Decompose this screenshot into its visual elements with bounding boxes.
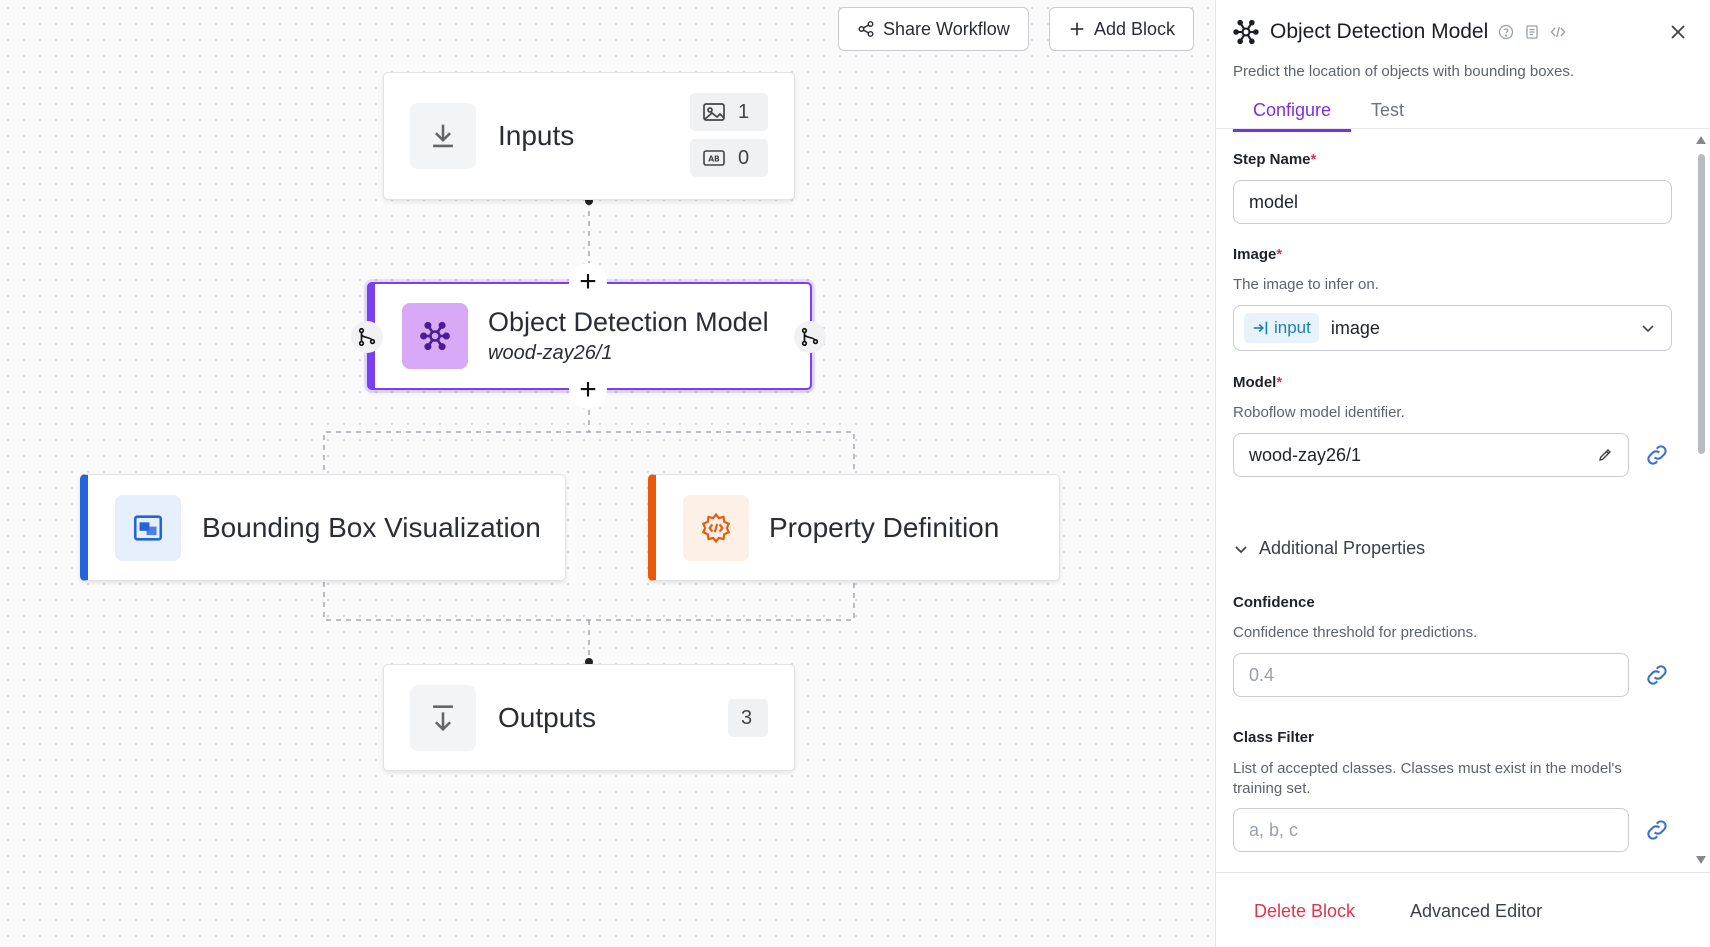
required-marker: *	[1276, 374, 1283, 391]
property-node-title: Property Definition	[769, 511, 1000, 543]
additional-properties-label: Additional Properties	[1259, 538, 1426, 558]
download-icon	[433, 124, 453, 148]
add-block-button[interactable]: Add Block	[1049, 7, 1195, 51]
outputs-node-title: Outputs	[498, 701, 597, 733]
class-filter-placeholder: a, b, c	[1249, 819, 1299, 840]
panel-tabs: Configure Test	[1233, 96, 1424, 132]
class-filter-label: Class Filter	[1233, 729, 1314, 746]
model-value: wood-zay26/1	[1249, 444, 1362, 465]
input-arrow-icon	[1253, 321, 1268, 335]
step-name-label-text: Step Name	[1233, 151, 1311, 168]
insert-below-button[interactable]: +	[569, 371, 607, 409]
panel-footer: Delete Block Advanced Editor	[1216, 872, 1710, 947]
outputs-node[interactable]: Outputs 3	[383, 664, 795, 771]
svg-text:AB: AB	[708, 155, 720, 164]
close-icon[interactable]	[1666, 20, 1690, 44]
visualization-icon-box	[115, 494, 181, 561]
parameter-count: 0	[738, 146, 750, 169]
link-icon[interactable]	[1643, 661, 1671, 689]
image-select[interactable]: input image	[1233, 305, 1672, 351]
image-input-count-badge: 1	[690, 93, 768, 131]
image-label-text: Image	[1233, 246, 1277, 263]
inputs-icon-box	[410, 103, 476, 169]
panel-title: Object Detection Model	[1270, 20, 1489, 43]
image-description: The image to infer on.	[1233, 276, 1379, 293]
insert-above-button[interactable]: +	[569, 263, 607, 301]
required-marker: *	[1276, 246, 1283, 263]
plus-icon	[1070, 22, 1084, 36]
additional-properties-toggle[interactable]: Additional Properties	[1233, 538, 1425, 559]
bounding-box-icon	[133, 514, 163, 541]
output-arrow-icon	[433, 704, 453, 731]
advanced-editor-button[interactable]: Advanced Editor	[1410, 901, 1542, 922]
panel-description: Predict the location of objects with bou…	[1233, 63, 1575, 80]
outputs-count-badge: 3	[728, 699, 768, 737]
block-config-panel: Object Detection Model Predict the locat…	[1215, 0, 1710, 947]
branch-left-button[interactable]	[351, 321, 383, 353]
bbox-node-title: Bounding Box Visualization	[202, 511, 541, 543]
confidence-description: Confidence threshold for predictions.	[1233, 624, 1478, 641]
workflow-canvas[interactable]: Share Workflow Add Block Inputs 1 AB 0 O…	[0, 0, 1215, 947]
git-branch-icon	[801, 327, 819, 347]
scroll-thumb[interactable]	[1698, 154, 1705, 454]
model-network-icon	[420, 321, 450, 351]
model-icon-box	[402, 303, 468, 369]
class-filter-description: List of accepted classes. Classes must e…	[1233, 760, 1622, 797]
step-name-value: model	[1249, 191, 1299, 212]
input-chip-label: input	[1274, 318, 1311, 337]
bounding-box-visualization-node[interactable]: Bounding Box Visualization	[80, 474, 566, 581]
step-name-input[interactable]: model	[1233, 180, 1672, 224]
image-select-value: image	[1330, 317, 1380, 338]
docs-icon[interactable]	[1524, 24, 1540, 40]
scroll-up-arrow[interactable]	[1696, 136, 1706, 144]
add-block-label: Add Block	[1094, 18, 1176, 39]
tab-divider	[1216, 128, 1710, 129]
tab-configure[interactable]: Configure	[1233, 96, 1352, 132]
outputs-icon-box	[410, 684, 476, 751]
share-icon	[858, 21, 874, 37]
link-icon[interactable]	[1643, 441, 1671, 469]
chevron-down-icon	[1642, 325, 1654, 333]
model-description: Roboflow model identifier.	[1233, 404, 1405, 421]
confidence-input[interactable]: 0.4	[1233, 653, 1629, 697]
model-node-title: Object Detection Model	[488, 307, 769, 337]
scroll-down-arrow[interactable]	[1696, 856, 1706, 864]
panel-header: Object Detection Model	[1232, 18, 1566, 46]
inputs-node[interactable]: Inputs 1 AB 0	[383, 72, 795, 200]
git-branch-icon	[358, 327, 376, 347]
image-icon	[703, 103, 725, 121]
input-chip: input	[1244, 313, 1319, 343]
share-workflow-button[interactable]: Share Workflow	[838, 7, 1029, 51]
link-icon[interactable]	[1643, 816, 1671, 844]
code-gear-icon	[701, 512, 731, 543]
model-input[interactable]: wood-zay26/1	[1233, 433, 1629, 477]
tab-test[interactable]: Test	[1351, 96, 1424, 132]
outputs-count: 3	[741, 706, 753, 729]
inputs-node-title: Inputs	[498, 120, 575, 151]
panel-scrollbar[interactable]	[1696, 136, 1706, 864]
property-icon-box	[683, 494, 749, 561]
branch-right-button[interactable]	[794, 321, 826, 353]
delete-block-button[interactable]: Delete Block	[1254, 901, 1355, 922]
code-icon[interactable]	[1550, 24, 1566, 40]
share-workflow-label: Share Workflow	[883, 18, 1010, 39]
confidence-placeholder: 0.4	[1249, 664, 1275, 685]
required-marker: *	[1310, 151, 1317, 168]
class-filter-input[interactable]: a, b, c	[1233, 808, 1629, 852]
model-label: Model*	[1233, 374, 1282, 391]
parameter-count-badge: AB 0	[690, 139, 768, 177]
model-node-subtitle: wood-zay26/1	[488, 342, 613, 364]
step-name-label: Step Name*	[1233, 151, 1316, 168]
text-param-icon: AB	[703, 150, 725, 166]
confidence-label: Confidence	[1233, 594, 1315, 611]
image-input-count: 1	[738, 100, 750, 123]
model-label-text: Model	[1233, 374, 1277, 391]
pencil-icon[interactable]	[1597, 447, 1613, 463]
model-network-icon	[1233, 19, 1259, 45]
image-label: Image*	[1233, 246, 1282, 263]
chevron-down-icon	[1235, 545, 1247, 553]
property-definition-node[interactable]: Property Definition	[648, 474, 1060, 581]
help-icon[interactable]	[1498, 24, 1514, 40]
